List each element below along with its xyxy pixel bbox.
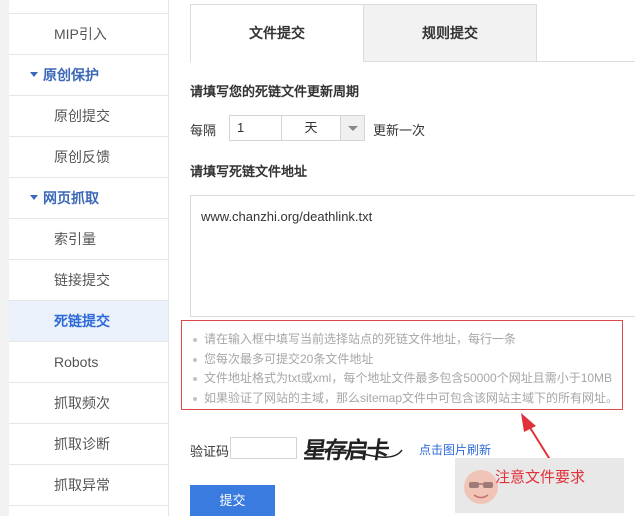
sidebar-item-crawl-diagnosis[interactable]: 抓取诊断	[9, 424, 168, 465]
sidebar-item-mip[interactable]: MIP引入	[9, 14, 168, 55]
note-item: 如果验证了网站的主域，那么sitemap文件中可包含该网站主域下的所有网址。	[188, 389, 622, 409]
annotation-text: 注意文件要求	[495, 469, 586, 486]
annotation-box: 注意文件要求	[455, 458, 624, 513]
sidebar-item-partial[interactable]	[9, 0, 168, 14]
address-heading: 请填写死链文件地址	[190, 164, 308, 179]
every-label: 每隔	[190, 123, 217, 138]
notes-box: 请在输入框中填写当前选择站点的死链文件地址，每行一条 您每次最多可提交20条文件…	[181, 320, 623, 410]
sidebar-divider	[168, 0, 169, 516]
captcha-input[interactable]	[230, 437, 297, 459]
tab-rule-submit[interactable]: 规则提交	[363, 4, 537, 62]
sidebar-item-index[interactable]: 索引量	[9, 219, 168, 260]
unit-select[interactable]: 天	[281, 115, 365, 141]
sidebar-edge	[0, 0, 9, 516]
interval-input[interactable]: 1	[229, 115, 281, 141]
sidebar: MIP引入 原创保护 原创提交 原创反馈 网页抓取 索引量 链接提交 死链提交 …	[0, 0, 170, 516]
unit-select-button[interactable]	[340, 116, 364, 140]
sidebar-item-crawl-frequency[interactable]: 抓取频次	[9, 383, 168, 424]
captcha-image[interactable]: 星存启卡	[304, 432, 404, 466]
tab-bar-line	[536, 61, 635, 62]
unit-select-value: 天	[304, 120, 318, 135]
update-suffix: 更新一次	[373, 123, 426, 138]
sidebar-item-deadlink-submit[interactable]: 死链提交	[9, 301, 168, 342]
note-item: 您每次最多可提交20条文件地址	[188, 350, 622, 370]
tab-bar: 文件提交 规则提交	[190, 4, 635, 62]
sidebar-item-crawl-errors[interactable]: 抓取异常	[9, 465, 168, 506]
submit-button[interactable]: 提交	[190, 485, 275, 516]
sidebar-group-original-protection[interactable]: 原创保护	[9, 55, 168, 96]
period-heading: 请填写您的死链文件更新周期	[190, 84, 360, 99]
deadlink-address-textarea[interactable]: www.chanzhi.org/deathlink.txt	[190, 195, 635, 317]
note-item: 请在输入框中填写当前选择站点的死链文件地址，每行一条	[188, 330, 622, 350]
sidebar-group-label: 网页抓取	[43, 190, 99, 206]
sidebar-group-label: 原创保护	[43, 67, 99, 83]
sidebar-item-link-submit[interactable]: 链接提交	[9, 260, 168, 301]
refresh-captcha-link[interactable]: 点击图片刷新	[419, 441, 491, 458]
sidebar-group-crawl[interactable]: 网页抓取	[9, 178, 168, 219]
triangle-down-icon	[30, 72, 38, 77]
arrow-head	[521, 413, 536, 432]
captcha-label: 验证码	[190, 444, 230, 459]
note-item: 文件地址格式为txt或xml，每个地址文件最多包含50000个网址且需小于10M…	[188, 369, 622, 389]
chevron-down-icon	[348, 126, 358, 131]
captcha-text: 星存启卡	[304, 437, 391, 464]
sidebar-item-original-submit[interactable]: 原创提交	[9, 96, 168, 137]
triangle-down-icon	[30, 195, 38, 200]
sidebar-item-original-feedback[interactable]: 原创反馈	[9, 137, 168, 178]
tab-file-submit[interactable]: 文件提交	[190, 4, 364, 62]
sidebar-item-robots[interactable]: Robots	[9, 342, 168, 383]
